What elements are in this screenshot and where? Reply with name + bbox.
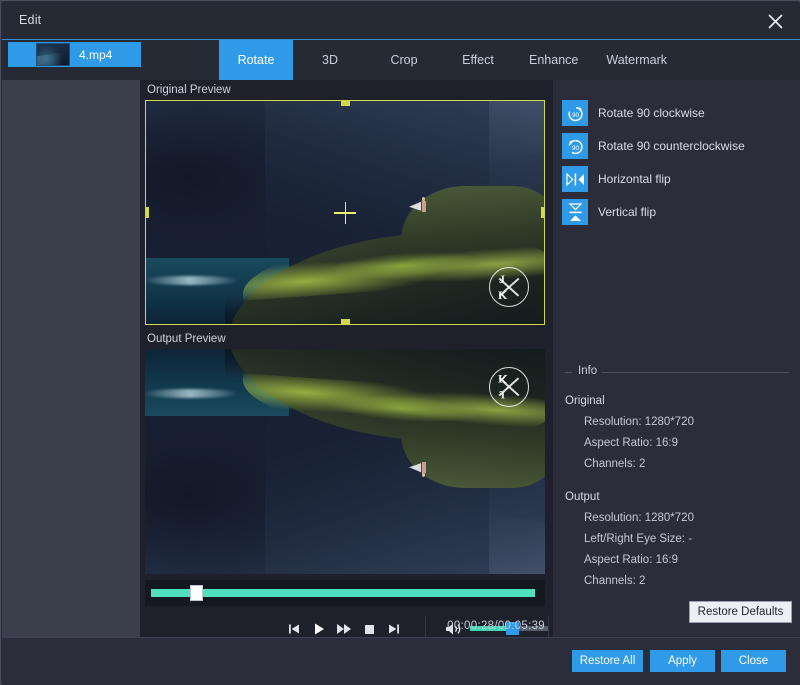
horizontal-flip-icon — [562, 166, 588, 192]
info-original-resolution: Resolution: 1280*720 — [565, 416, 795, 428]
original-preview-label: Original Preview — [147, 84, 231, 96]
tab-3d[interactable]: 3D — [293, 40, 367, 80]
edit-tabs: Rotate 3D Crop Effect Enhance Watermark — [142, 40, 681, 80]
jk-watermark-icon: JK — [489, 267, 529, 307]
output-preview-label: Output Preview — [147, 333, 226, 345]
close-icon[interactable] — [758, 8, 792, 34]
seek-bar-container — [145, 580, 545, 606]
info-output-heading: Output — [565, 491, 795, 503]
seek-bar-fill — [151, 589, 535, 597]
horizontal-flip-label: Horizontal flip — [598, 172, 671, 186]
close-button[interactable]: Close — [721, 650, 786, 672]
video-frame-output: JK — [145, 349, 545, 574]
tab-effect[interactable]: Effect — [441, 40, 515, 80]
restore-all-button[interactable]: Restore All — [572, 650, 643, 672]
info-original-channels: Channels: 2 — [565, 458, 795, 470]
preview-column: Original Preview JK — [140, 80, 553, 685]
timecode: 00:00:28/00:05:39 — [440, 620, 545, 632]
rotate-ccw-90-icon: 90 — [562, 133, 588, 159]
file-tab-label: 4.mp4 — [79, 48, 112, 62]
person-figure — [419, 197, 426, 212]
rotate-cw-90-icon: 90 — [562, 100, 588, 126]
seek-bar-handle[interactable] — [190, 585, 203, 601]
vertical-flip-icon — [562, 199, 588, 225]
info-output-resolution: Resolution: 1280*720 — [565, 512, 795, 524]
horizontal-flip-option[interactable]: Horizontal flip — [562, 166, 671, 192]
info-output-aspect: Aspect Ratio: 16:9 — [565, 554, 795, 566]
rotate-cw-label: Rotate 90 clockwise — [598, 106, 705, 120]
svg-text:90: 90 — [571, 112, 579, 119]
tab-enhance[interactable]: Enhance — [515, 40, 592, 80]
info-original-aspect: Aspect Ratio: 16:9 — [565, 437, 795, 449]
edit-dialog: Edit 4.mp4 Rotate 3D Crop Effect Enhance… — [0, 0, 800, 685]
output-preview[interactable]: JK — [145, 349, 545, 574]
info-output-eye-size: Left/Right Eye Size: - — [565, 533, 795, 545]
rotate-ccw-label: Rotate 90 counterclockwise — [598, 139, 745, 153]
vertical-flip-label: Vertical flip — [598, 205, 656, 219]
footer-bar: Restore All Apply Close — [2, 637, 800, 685]
apply-button[interactable]: Apply — [650, 650, 715, 672]
rotate-ccw-option[interactable]: 90 Rotate 90 counterclockwise — [562, 133, 745, 159]
info-original-heading: Original — [565, 395, 795, 407]
tab-spacer — [142, 40, 219, 80]
tab-strip: 4.mp4 Rotate 3D Crop Effect Enhance Wate… — [2, 40, 800, 80]
tab-rotate[interactable]: Rotate — [219, 40, 293, 80]
info-legend: Info — [573, 365, 602, 377]
original-preview[interactable]: JK — [145, 100, 545, 325]
video-frame-original: JK — [145, 100, 545, 325]
left-rail — [2, 80, 140, 685]
window-title: Edit — [19, 13, 41, 27]
info-panel: Original Resolution: 1280*720 Aspect Rat… — [565, 386, 795, 587]
restore-defaults-button[interactable]: Restore Defaults — [689, 601, 792, 623]
seek-bar[interactable] — [151, 589, 535, 597]
info-output-channels: Channels: 2 — [565, 575, 795, 587]
file-thumbnail-icon — [36, 43, 70, 66]
vertical-flip-option[interactable]: Vertical flip — [562, 199, 656, 225]
file-tab[interactable]: 4.mp4 — [8, 42, 141, 67]
title-bar: Edit — [2, 2, 800, 40]
tab-crop[interactable]: Crop — [367, 40, 441, 80]
tab-watermark[interactable]: Watermark — [592, 40, 681, 80]
svg-text:90: 90 — [571, 145, 579, 152]
rotate-cw-option[interactable]: 90 Rotate 90 clockwise — [562, 100, 705, 126]
